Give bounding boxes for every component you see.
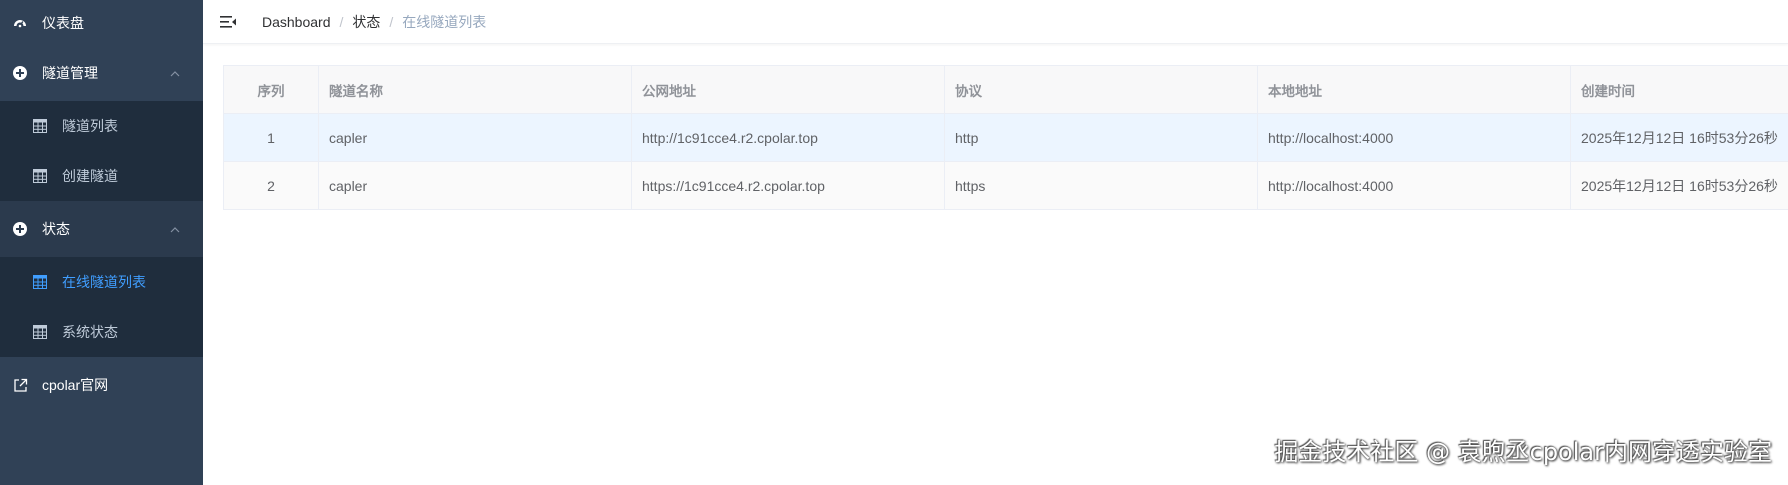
column-header-public-url[interactable]: 公网地址 bbox=[631, 65, 945, 114]
breadcrumb-separator: / bbox=[389, 13, 394, 30]
column-header-name[interactable]: 隧道名称 bbox=[318, 65, 632, 114]
sidebar-item-cpolar-site[interactable]: cpolar官网 bbox=[0, 357, 203, 413]
cell-index: 2 bbox=[223, 161, 319, 210]
sidebar-group-label: 状态 bbox=[42, 221, 70, 237]
circle-plus-icon bbox=[12, 221, 28, 237]
sidebar-item-dashboard[interactable]: 仪表盘 bbox=[0, 0, 203, 45]
online-tunnel-table: 序列 隧道名称 公网地址 协议 本地地址 创建时间 1 capler http:… bbox=[223, 65, 1788, 210]
sidebar-item-online-tunnels[interactable]: 在线隧道列表 bbox=[0, 257, 203, 307]
table-grid-icon bbox=[32, 168, 48, 184]
sidebar-group-label: 隧道管理 bbox=[42, 65, 98, 81]
cell-public-url: https://1c91cce4.r2.cpolar.top bbox=[631, 161, 945, 210]
breadcrumb-parent[interactable]: 状态 bbox=[352, 12, 380, 32]
column-header-local-addr[interactable]: 本地地址 bbox=[1257, 65, 1571, 114]
sidebar-item-label: 系统状态 bbox=[62, 324, 118, 340]
breadcrumb-home[interactable]: Dashboard bbox=[262, 14, 331, 30]
sidebar-item-label: 隧道列表 bbox=[62, 118, 118, 134]
sidebar-item-label: 在线隧道列表 bbox=[62, 274, 146, 290]
table-grid-icon bbox=[32, 118, 48, 134]
submenu-status: 在线隧道列表 系统状态 bbox=[0, 257, 203, 357]
watermark: 掘金技术社区 @ 袁煦丞cpolar内网穿透实验室 bbox=[1274, 438, 1772, 466]
cell-name: capler bbox=[318, 161, 632, 210]
cell-created: 2025年12月12日 16时53分26秒 bbox=[1570, 113, 1788, 162]
column-header-index[interactable]: 序列 bbox=[223, 65, 319, 114]
sidebar-item-tunnel-list[interactable]: 隧道列表 bbox=[0, 101, 203, 151]
table-header-row: 序列 隧道名称 公网地址 协议 本地地址 创建时间 bbox=[223, 65, 1788, 114]
dashboard-gauge-icon bbox=[12, 15, 28, 31]
tunnel-table-container: 序列 隧道名称 公网地址 协议 本地地址 创建时间 1 capler http:… bbox=[223, 65, 1788, 210]
table-grid-icon bbox=[32, 274, 48, 290]
navbar: Dashboard / 状态 / 在线隧道列表 bbox=[203, 0, 1788, 44]
column-header-created[interactable]: 创建时间 bbox=[1570, 65, 1788, 114]
sidebar-item-label: cpolar官网 bbox=[42, 377, 109, 393]
cell-protocol: http bbox=[944, 113, 1258, 162]
cell-index: 1 bbox=[223, 113, 319, 162]
table-grid-icon bbox=[32, 324, 48, 340]
submenu-tunnel: 隧道列表 创建隧道 bbox=[0, 101, 203, 201]
main-content: Dashboard / 状态 / 在线隧道列表 序列 隧道名称 公网地址 协议 … bbox=[203, 0, 1788, 485]
table-row[interactable]: 1 capler http://1c91cce4.r2.cpolar.top h… bbox=[223, 113, 1788, 162]
external-link-icon bbox=[12, 377, 28, 393]
cell-public-url: http://1c91cce4.r2.cpolar.top bbox=[631, 113, 945, 162]
chevron-up-icon bbox=[169, 223, 181, 235]
sidebar-group-tunnel[interactable]: 隧道管理 bbox=[0, 45, 203, 101]
sidebar-item-create-tunnel[interactable]: 创建隧道 bbox=[0, 151, 203, 201]
chevron-up-icon bbox=[169, 67, 181, 79]
column-header-protocol[interactable]: 协议 bbox=[944, 65, 1258, 114]
cell-local-addr: http://localhost:4000 bbox=[1257, 113, 1571, 162]
breadcrumb-current: 在线隧道列表 bbox=[402, 13, 487, 30]
cell-protocol: https bbox=[944, 161, 1258, 210]
sidebar-item-label: 创建隧道 bbox=[62, 168, 118, 184]
breadcrumb: Dashboard / 状态 / 在线隧道列表 bbox=[262, 12, 486, 32]
app-root: 仪表盘 隧道管理 隧道列表 创建隧道 状态 在线隧道列表 系统状态 cpolar… bbox=[0, 0, 1788, 485]
breadcrumb-separator: / bbox=[339, 13, 344, 30]
circle-plus-icon bbox=[12, 65, 28, 81]
table-row[interactable]: 2 capler https://1c91cce4.r2.cpolar.top … bbox=[223, 161, 1788, 210]
sidebar-item-system-status[interactable]: 系统状态 bbox=[0, 307, 203, 357]
hamburger-icon[interactable] bbox=[218, 12, 238, 32]
sidebar-item-label: 仪表盘 bbox=[42, 14, 84, 31]
sidebar-group-status[interactable]: 状态 bbox=[0, 201, 203, 257]
cell-local-addr: http://localhost:4000 bbox=[1257, 161, 1571, 210]
cell-name: capler bbox=[318, 113, 632, 162]
sidebar: 仪表盘 隧道管理 隧道列表 创建隧道 状态 在线隧道列表 系统状态 cpolar… bbox=[0, 0, 203, 485]
cell-created: 2025年12月12日 16时53分26秒 bbox=[1570, 161, 1788, 210]
